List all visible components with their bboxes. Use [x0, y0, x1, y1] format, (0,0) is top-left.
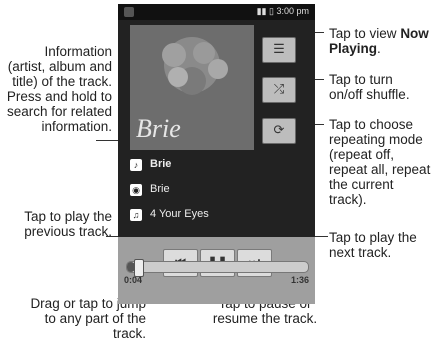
artist-icon: ♪ — [130, 159, 142, 171]
status-time: ▮▮ ▯ 3:00 pm — [256, 6, 309, 16]
title-icon: ♫ — [130, 209, 142, 221]
shuffle-button[interactable]: ⤮ — [262, 77, 296, 103]
callout-repeat: Tap to choose repeating mode (repeat off… — [329, 117, 431, 207]
callout-shuffle: Tap to turn on/off shuffle. — [329, 72, 410, 102]
album-icon: ◉ — [130, 184, 142, 196]
callout-track-info: Information (artist, album and title) of… — [6, 44, 112, 134]
track-album-row[interactable]: ◉ Brie — [130, 183, 305, 199]
signal-icon: ▮▮ — [256, 6, 267, 16]
battery-icon: ▯ — [269, 6, 274, 16]
seek-bar[interactable] — [126, 259, 309, 277]
track-title: 4 Your Eyes — [150, 208, 209, 220]
repeat-button[interactable]: ⟳ — [262, 118, 296, 144]
shuffle-icon: ⤮ — [273, 81, 285, 96]
track-album: Brie — [150, 183, 170, 195]
repeat-icon: ⟳ — [273, 122, 285, 137]
callout-now-playing: Tap to view Now Playing. — [329, 26, 429, 56]
album-art-text: Brie — [136, 114, 181, 143]
track-artist-row[interactable]: ♪ Brie — [130, 158, 305, 174]
callout-line-track-info — [96, 140, 120, 141]
list-icon: ☰ — [273, 41, 285, 56]
music-player-screen: ▮▮ ▯ 3:00 pm Brie ☰ ⤮ ⟳ ♪ Brie ◉ Brie ♫ … — [118, 4, 315, 304]
callout-next-track: Tap to play the next track. — [329, 230, 417, 260]
status-bar: ▮▮ ▯ 3:00 pm — [118, 4, 315, 20]
total-duration: 1:36 — [290, 275, 309, 285]
now-playing-button[interactable]: ☰ — [262, 37, 296, 63]
seek-handle[interactable] — [134, 259, 144, 277]
track-title-row[interactable]: ♫ 4 Your Eyes — [130, 208, 305, 224]
notification-icon — [124, 7, 134, 17]
callout-previous-track: Tap to play the previous track. — [24, 209, 112, 239]
track-artist: Brie — [150, 158, 172, 170]
album-art: Brie — [130, 25, 254, 150]
